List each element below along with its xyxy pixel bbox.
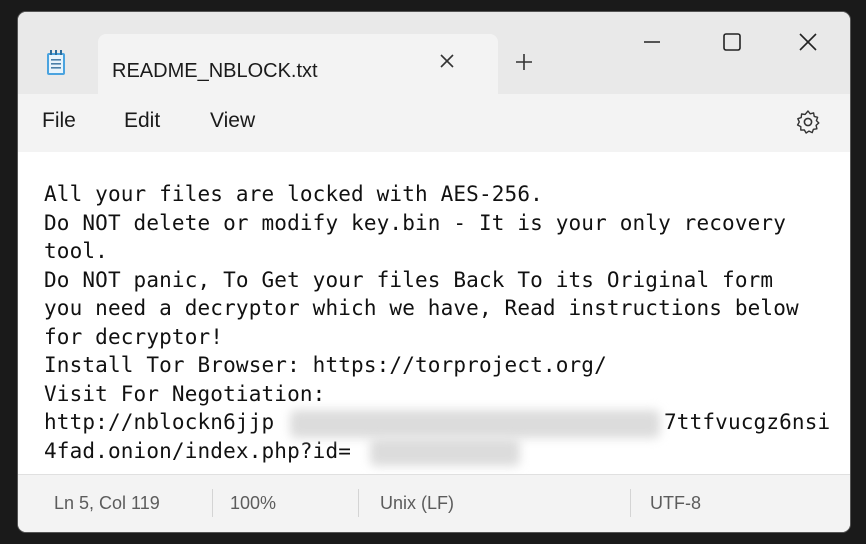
- editor-line: Install Tor Browser: https://torproject.…: [44, 353, 607, 377]
- editor-line-url-tail: 7ttfvucgz6nsi: [664, 410, 831, 434]
- editor-line: for decryptor!: [44, 324, 224, 349]
- text-editor[interactable]: All your files are locked with AES-256. …: [18, 152, 850, 474]
- editor-line: Do NOT panic, To Get your files Back To …: [44, 267, 774, 292]
- editor-line: http://nblockn6jjp: [44, 410, 275, 434]
- editor-line: Visit For Negotiation:: [44, 381, 326, 406]
- redacted-region: [370, 438, 520, 466]
- tab-readme[interactable]: README_NBLOCK.txt: [98, 34, 498, 94]
- status-divider: [358, 489, 359, 517]
- redacted-region: [290, 410, 660, 438]
- notepad-window: README_NBLOCK.txt File Edit View All you…: [18, 12, 850, 532]
- menu-view[interactable]: View: [210, 109, 255, 133]
- menu-file[interactable]: File: [42, 109, 76, 133]
- menu-edit[interactable]: Edit: [124, 109, 160, 133]
- menu-bar: File Edit View: [18, 94, 850, 152]
- status-line-ending[interactable]: Unix (LF): [380, 493, 454, 514]
- editor-line: 4fad.onion/index.php?id=: [44, 438, 352, 463]
- status-encoding[interactable]: UTF-8: [650, 493, 701, 514]
- editor-line: you need a decryptor which we have, Read…: [44, 296, 799, 320]
- maximize-icon[interactable]: [712, 28, 752, 62]
- status-zoom[interactable]: 100%: [230, 493, 276, 514]
- tab-title: README_NBLOCK.txt: [112, 60, 318, 82]
- editor-line: All your files are locked with AES-256.: [44, 182, 543, 206]
- status-cursor-position: Ln 5, Col 119: [54, 493, 160, 513]
- close-icon[interactable]: [434, 48, 460, 74]
- status-divider: [212, 489, 213, 517]
- close-icon[interactable]: [788, 28, 828, 62]
- status-divider: [630, 489, 631, 517]
- title-bar[interactable]: README_NBLOCK.txt: [18, 12, 850, 94]
- gear-icon[interactable]: [794, 108, 822, 136]
- notepad-icon: [46, 50, 66, 76]
- minimize-icon[interactable]: [632, 28, 672, 62]
- plus-icon[interactable]: [512, 50, 536, 74]
- status-bar: Ln 5, Col 119 100% Unix (LF) UTF-8: [18, 474, 850, 532]
- editor-line: tool.: [44, 239, 108, 263]
- editor-line: Do NOT delete or modify key.bin - It is …: [44, 210, 786, 235]
